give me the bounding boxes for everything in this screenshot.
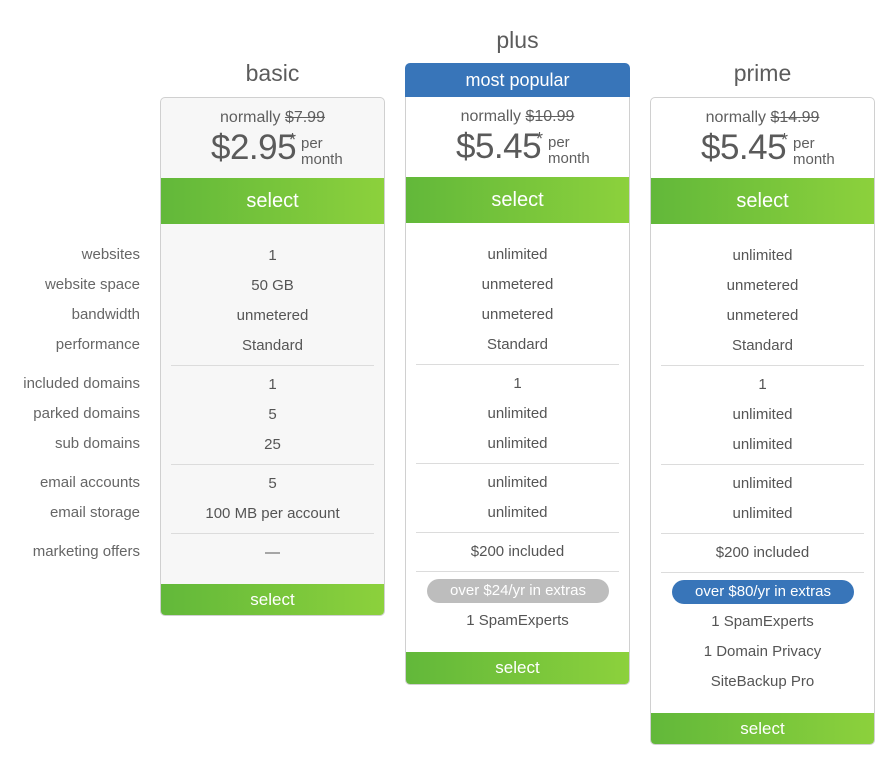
feature-sub-domains: unlimited <box>487 435 548 452</box>
feature-parked-domains: unlimited <box>732 406 793 423</box>
select-button-plus[interactable]: select <box>406 177 629 223</box>
divider <box>416 364 619 365</box>
label-websites: websites <box>81 246 140 263</box>
feature-bandwidth: unmetered <box>726 307 799 324</box>
feature-included-domains: 1 <box>268 376 277 393</box>
plan-title-prime: prime <box>733 60 792 86</box>
feature-bandwidth: unmetered <box>236 307 309 324</box>
feature-bandwidth: unmetered <box>481 306 554 323</box>
extras-badge: over $24/yr in extras <box>427 579 609 603</box>
label-included-domains: included domains <box>23 375 140 392</box>
extra-item: 1 SpamExperts <box>711 613 814 630</box>
normal-price: normally $10.99 <box>460 108 575 125</box>
old-price: $14.99 <box>770 109 820 126</box>
feature-marketing-offers: $200 included <box>470 543 565 560</box>
feature-email-storage: unlimited <box>732 505 793 522</box>
select-button-prime-bottom[interactable]: select <box>651 713 874 744</box>
label-email-storage: email storage <box>49 504 140 521</box>
feature-website-space: unmetered <box>726 277 799 294</box>
select-button-basic-bottom[interactable]: select <box>161 584 384 615</box>
price-block: normally $14.99 $5.45 * per month <box>651 98 874 178</box>
plan-title-basic: basic <box>245 60 300 86</box>
price-asterisk: * <box>536 129 544 149</box>
label-marketing-offers: marketing offers <box>32 543 140 560</box>
feature-websites: unlimited <box>732 247 793 264</box>
divider <box>661 572 864 573</box>
normal-price: normally $7.99 <box>220 109 325 126</box>
plan-card-plus: normally $10.99 $5.45 * per month select… <box>405 97 630 685</box>
month-label: month <box>301 151 343 168</box>
select-button-basic[interactable]: select <box>161 178 384 224</box>
feature-performance: Standard <box>487 336 548 353</box>
plan-card-basic: normally $7.99 $2.95 * per month select … <box>160 97 385 616</box>
feature-sub-domains: 25 <box>264 436 281 453</box>
divider <box>416 571 619 572</box>
divider <box>171 533 374 534</box>
feature-email-accounts: unlimited <box>487 474 548 491</box>
current-price: $2.95 <box>211 128 297 167</box>
extra-item: 1 SpamExperts <box>466 612 569 629</box>
extra-item: SiteBackup Pro <box>710 673 815 690</box>
divider <box>661 365 864 366</box>
current-price: $5.45 <box>701 128 787 167</box>
price-asterisk: * <box>781 130 789 150</box>
old-price: $7.99 <box>284 109 325 126</box>
price-block: normally $7.99 $2.95 * per month <box>161 98 384 178</box>
select-button-plus-bottom[interactable]: select <box>406 652 629 684</box>
feature-performance: Standard <box>242 337 303 354</box>
feature-performance: Standard <box>732 337 793 354</box>
feature-included-domains: 1 <box>758 376 767 393</box>
extra-item: 1 Domain Privacy <box>703 643 822 660</box>
divider <box>416 463 619 464</box>
divider <box>171 464 374 465</box>
feature-email-storage: unlimited <box>487 504 548 521</box>
price-block: normally $10.99 $5.45 * per month <box>406 97 629 177</box>
label-sub-domains: sub domains <box>54 435 140 452</box>
feature-website-space: unmetered <box>481 276 554 293</box>
per-label: per <box>548 134 570 151</box>
feature-websites: unlimited <box>487 246 548 263</box>
feature-parked-domains: 5 <box>268 406 277 423</box>
feature-websites: 1 <box>268 247 277 264</box>
label-email-accounts: email accounts <box>39 474 140 491</box>
label-bandwidth: bandwidth <box>71 306 140 323</box>
label-performance: performance <box>55 336 140 353</box>
per-label: per <box>793 135 815 152</box>
label-parked-domains: parked domains <box>33 405 140 422</box>
month-label: month <box>793 151 835 168</box>
price-asterisk: * <box>289 130 297 150</box>
month-label: month <box>548 150 590 167</box>
select-button-prime[interactable]: select <box>651 178 874 224</box>
feature-email-accounts: 5 <box>268 475 277 492</box>
feature-parked-domains: unlimited <box>487 405 548 422</box>
per-label: per <box>301 135 323 152</box>
extras-badge: over $80/yr in extras <box>672 580 854 604</box>
plan-title-plus: plus <box>496 27 539 53</box>
old-price: $10.99 <box>525 108 575 125</box>
divider <box>661 464 864 465</box>
feature-marketing-offers: $200 included <box>715 544 810 561</box>
feature-marketing-offers: — <box>265 544 280 561</box>
label-website-space: website space <box>44 276 140 293</box>
feature-email-storage: 100 MB per account <box>205 505 340 522</box>
current-price: $5.45 <box>456 127 542 166</box>
feature-included-domains: 1 <box>513 375 522 392</box>
plan-card-prime: normally $14.99 $5.45 * per month select… <box>650 97 875 745</box>
divider <box>416 532 619 533</box>
divider <box>171 365 374 366</box>
feature-website-space: 50 GB <box>251 277 294 294</box>
feature-email-accounts: unlimited <box>732 475 793 492</box>
divider <box>661 533 864 534</box>
feature-sub-domains: unlimited <box>732 436 793 453</box>
normal-price: normally $14.99 <box>705 109 820 126</box>
most-popular-badge: most popular <box>405 63 630 97</box>
